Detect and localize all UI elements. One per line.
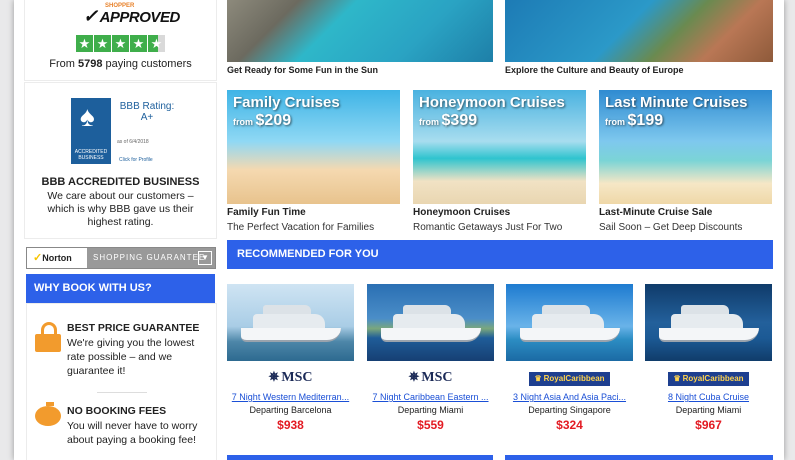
star-icon: ★ xyxy=(112,35,129,52)
banner-caption[interactable]: Get Ready for Some Fun in the Sun xyxy=(227,65,378,75)
cruise-price: $967 xyxy=(695,418,722,432)
shopper-approved-widget[interactable]: ✓ SHOPPER APPROVED ★ ★ ★ ★ ★ From 5798 pay… xyxy=(24,0,217,81)
piggy-bank-icon xyxy=(35,402,61,432)
norton-check-icon: ✓ xyxy=(33,252,43,264)
cruise-departure: Departing Singapore xyxy=(528,405,611,415)
msc-cruises-logo: ✵ MSC xyxy=(408,369,453,385)
section-bar xyxy=(505,455,773,460)
section-bar xyxy=(227,455,493,460)
cruise-departure: Departing Miami xyxy=(675,405,742,415)
bbb-widget: ♠ ACCREDITED BUSINESS BBB Rating: A+ as … xyxy=(24,82,217,239)
norton-shopping-guarantee[interactable]: ✓Norton SHOPPING GUARANTEE ▼ xyxy=(26,247,216,269)
feature-title: BEST PRICE GUARANTEE xyxy=(67,322,200,334)
cruise-departure: Departing Miami xyxy=(397,405,464,415)
star-icon: ★ xyxy=(76,35,93,52)
shopper-approved-logo: ✓ SHOPPER APPROVED xyxy=(83,3,180,26)
cruise-price: $938 xyxy=(277,418,304,432)
family-cruises-promo[interactable]: Family Cruises from $209 xyxy=(227,90,400,204)
sun-fun-banner-image[interactable] xyxy=(227,0,493,62)
promo-caption[interactable]: Family Fun Time xyxy=(227,207,306,218)
compass-icon: ✵ xyxy=(408,369,420,384)
cruise-ship-image[interactable] xyxy=(367,284,494,361)
main-content: Get Ready for Some Fun in the Sun Explor… xyxy=(227,0,774,460)
bbb-rating-date: as of 6/4/2018 xyxy=(117,139,149,145)
star-icon: ★ xyxy=(130,35,147,52)
norton-logo: ✓Norton xyxy=(27,248,87,268)
bbb-logo[interactable]: ♠ ACCREDITED BUSINESS xyxy=(71,98,111,164)
checkmark-icon: ✓ xyxy=(83,6,98,26)
divider xyxy=(97,392,147,393)
cruise-price: $559 xyxy=(417,418,444,432)
why-book-heading: WHY BOOK WITH US? xyxy=(26,274,215,303)
sidebar: ✓ SHOPPER APPROVED ★ ★ ★ ★ ★ From 5798 pay… xyxy=(24,0,219,460)
royal-caribbean-logo: ♛ RoyalCaribbean xyxy=(645,368,772,386)
bbb-rating: BBB Rating: A+ xyxy=(119,101,175,123)
cruise-title-link[interactable]: 7 Night Western Mediterran... xyxy=(227,392,354,402)
cruise-title-link[interactable]: 8 Night Cuba Cruise xyxy=(645,392,772,402)
royal-caribbean-logo: ♛ RoyalCaribbean xyxy=(506,368,633,386)
banner-caption[interactable]: Explore the Culture and Beauty of Europe xyxy=(505,65,684,75)
cruise-ship-image[interactable] xyxy=(645,284,772,361)
cruise-departure: Departing Barcelona xyxy=(249,405,332,415)
cruise-title-link[interactable]: 3 Night Asia And Asia Paci... xyxy=(506,392,633,402)
cruise-title-link[interactable]: 7 Night Caribbean Eastern ... xyxy=(367,392,494,402)
norton-text: SHOPPING GUARANTEE xyxy=(93,253,206,262)
bbb-profile-link[interactable]: Click for Profile xyxy=(119,157,153,163)
europe-banner-image[interactable] xyxy=(505,0,773,62)
recommended-heading: RECOMMENDED FOR YOU xyxy=(227,240,773,269)
feature-text: We're giving you the lowest rate possibl… xyxy=(67,337,195,377)
cruise-price: $324 xyxy=(556,418,583,432)
page: ✓ SHOPPER APPROVED ★ ★ ★ ★ ★ From 5798 pay… xyxy=(14,0,784,460)
promo-price: from $199 xyxy=(605,112,664,129)
promo-price: from $399 xyxy=(419,112,478,129)
star-icon: ★ xyxy=(94,35,111,52)
star-half-icon: ★ xyxy=(148,35,165,52)
bbb-text: We care about our customers – which is w… xyxy=(47,190,194,228)
bbb-torch-icon: ♠ xyxy=(80,101,95,132)
promo-title: Honeymoon Cruises xyxy=(419,94,565,111)
feature-text: You will never have to worry about payin… xyxy=(67,420,198,446)
crown-icon: ♛ xyxy=(673,374,681,383)
crown-icon: ♛ xyxy=(534,374,542,383)
promo-title: Last Minute Cruises xyxy=(605,94,748,111)
feature-title: NO BOOKING FEES xyxy=(67,405,167,417)
lock-icon xyxy=(35,322,61,352)
promo-caption[interactable]: Last-Minute Cruise Sale xyxy=(599,207,712,218)
promo-price: from $209 xyxy=(233,112,292,129)
cruise-ship-image[interactable] xyxy=(506,284,633,361)
promo-subtitle: Sail Soon – Get Deep Discounts xyxy=(599,222,743,233)
promo-subtitle: Romantic Getaways Just For Two xyxy=(413,222,563,233)
promo-caption[interactable]: Honeymoon Cruises xyxy=(413,207,510,218)
chevron-down-icon[interactable]: ▼ xyxy=(198,251,212,265)
why-book-panel: BEST PRICE GUARANTEE We're giving you th… xyxy=(26,303,217,460)
last-minute-cruises-promo[interactable]: Last Minute Cruises from $199 xyxy=(599,90,772,204)
promo-subtitle: The Perfect Vacation for Families xyxy=(227,222,375,233)
customer-count: From 5798 paying customers xyxy=(49,58,192,70)
compass-icon: ✵ xyxy=(268,369,280,384)
promo-title: Family Cruises xyxy=(233,94,340,111)
honeymoon-cruises-promo[interactable]: Honeymoon Cruises from $399 xyxy=(413,90,586,204)
msc-cruises-logo: ✵ MSC xyxy=(268,369,313,385)
bbb-title: BBB ACCREDITED BUSINESS xyxy=(41,176,200,188)
star-rating: ★ ★ ★ ★ ★ xyxy=(76,35,165,52)
cruise-ship-image[interactable] xyxy=(227,284,354,361)
